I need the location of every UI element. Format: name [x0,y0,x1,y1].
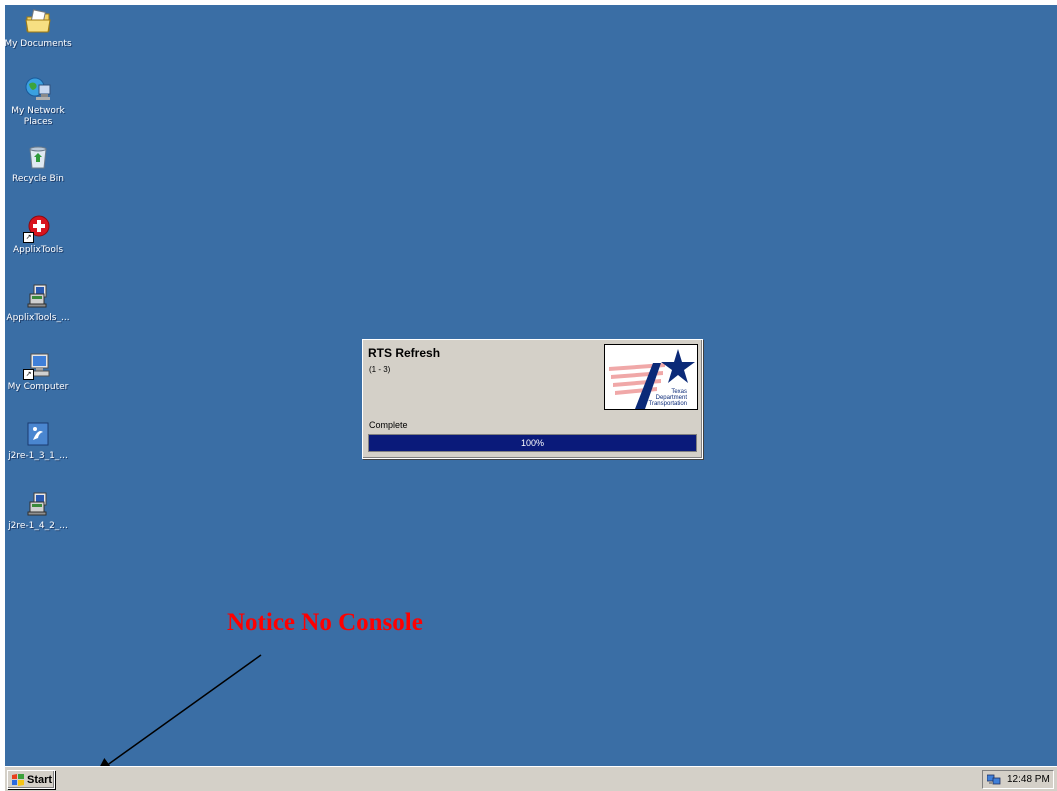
taskbar: Start 12:48 PM [5,766,1057,791]
start-button[interactable]: Start [7,770,55,789]
annotation-arrow [96,654,262,773]
clock[interactable]: 12:48 PM [1007,774,1050,785]
system-tray: 12:48 PM [982,770,1054,789]
network-status-icon[interactable] [987,774,1001,786]
desktop: My Documents My Network Places Recycle B… [5,5,1057,791]
start-label: Start [27,773,53,786]
windows-logo-icon [12,773,24,786]
